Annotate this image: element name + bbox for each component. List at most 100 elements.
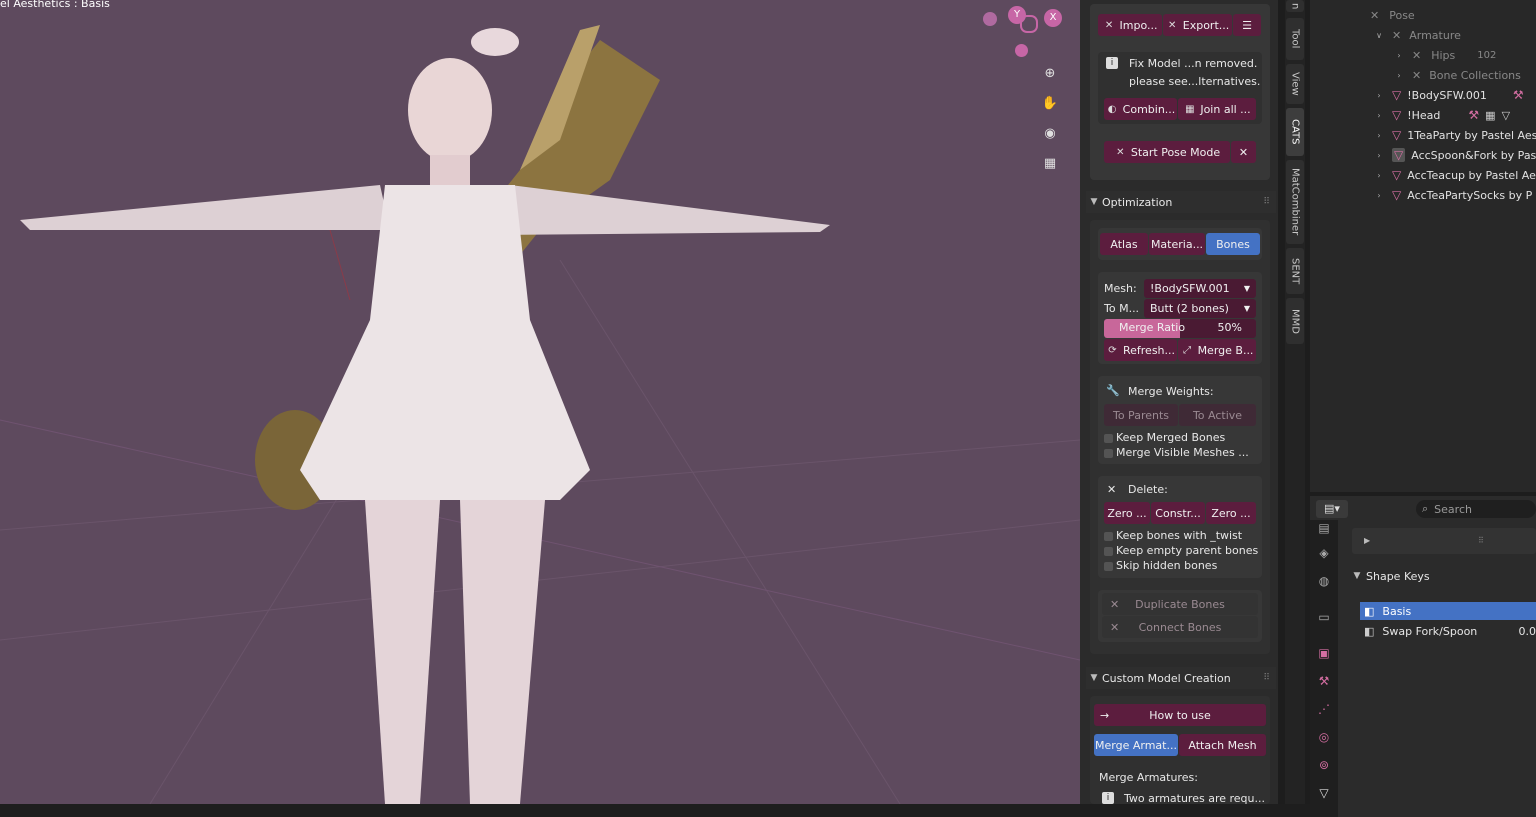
start-pose-mode-button[interactable]: ✕ Start Pose Mode bbox=[1104, 141, 1230, 163]
merge-ratio-slider[interactable]: Merge Ratio 50% bbox=[1104, 319, 1256, 338]
attach-mesh-tab[interactable]: Attach Mesh bbox=[1179, 734, 1266, 756]
combine-button[interactable]: ◐ Combin... bbox=[1104, 98, 1177, 120]
to-merge-select[interactable]: Butt (2 bones) ▼ bbox=[1144, 299, 1256, 318]
gizmo-neg-x[interactable] bbox=[983, 12, 997, 26]
editor-type-button[interactable]: ▤▾ bbox=[1316, 500, 1348, 518]
shape-key-row[interactable]: ◧ Swap Fork/Spoon 0.0 bbox=[1360, 622, 1536, 640]
outliner-row-teaparty[interactable]: › ▽ 1TeaParty by Pastel Aes bbox=[1310, 125, 1536, 145]
skip-hidden-checkbox[interactable] bbox=[1104, 562, 1113, 571]
keep-empty-checkbox[interactable] bbox=[1104, 547, 1113, 556]
drag-grip-icon[interactable]: ⠿ bbox=[1263, 673, 1270, 683]
merge-visible-checkbox[interactable] bbox=[1104, 449, 1113, 458]
how-to-use-button[interactable]: → How to use bbox=[1094, 704, 1266, 726]
collection-icon[interactable]: ▭ bbox=[1316, 609, 1332, 625]
3d-viewport[interactable]: el Aesthetics : Basis Y X ⊕ ✋ ◉ ▦ bbox=[0, 0, 1080, 804]
constraints-icon[interactable]: ⊚ bbox=[1316, 757, 1332, 773]
hand-icon[interactable]: ✋ bbox=[1039, 92, 1061, 114]
scene-icon[interactable]: ◈ bbox=[1316, 545, 1332, 561]
render-icon[interactable]: ▤ bbox=[1316, 520, 1332, 536]
shape-keys-header[interactable]: ▼ Shape Keys bbox=[1348, 566, 1536, 586]
menu-button[interactable]: ☰ bbox=[1233, 14, 1261, 36]
connect-bones-button[interactable]: ✕ Connect Bones bbox=[1102, 616, 1258, 638]
tab-matcombiner[interactable]: MatCombiner bbox=[1286, 160, 1304, 244]
merge-bones-button[interactable]: ⤢ Merge B... bbox=[1178, 339, 1256, 361]
zoom-icon[interactable]: ⊕ bbox=[1039, 62, 1061, 84]
chevron-right-icon: › bbox=[1377, 130, 1381, 140]
tab-atlas[interactable]: Atlas bbox=[1100, 233, 1148, 255]
tab-bones[interactable]: Bones bbox=[1206, 233, 1260, 255]
data-icon[interactable]: ▽ bbox=[1316, 785, 1332, 801]
merge-armature-tab[interactable]: Merge Armat... bbox=[1094, 734, 1178, 756]
mesh-icon: ▽ bbox=[1392, 108, 1402, 122]
duplicate-icon: ✕ bbox=[1110, 597, 1120, 611]
world-icon[interactable]: ◍ bbox=[1316, 573, 1332, 589]
to-parents-button[interactable]: To Parents bbox=[1104, 404, 1178, 426]
tab-mmd[interactable]: MMD bbox=[1286, 298, 1304, 344]
shape-key-value[interactable]: 0.0 bbox=[1519, 625, 1536, 638]
outliner-row-head[interactable]: › ▽ !Head ⚒ ▦ ▽ bbox=[1310, 105, 1536, 125]
chevron-right-icon: › bbox=[1377, 110, 1381, 120]
connect-icon: ✕ bbox=[1110, 620, 1120, 634]
join-all-button[interactable]: ▦ Join all ... bbox=[1178, 98, 1256, 120]
mesh-icon: ▽ bbox=[1392, 168, 1402, 182]
grid-icon[interactable]: ▦ bbox=[1039, 152, 1061, 174]
tab-view[interactable]: View bbox=[1286, 64, 1304, 104]
outliner-row-accteacup[interactable]: › ▽ AccTeacup by Pastel Ae bbox=[1310, 165, 1536, 185]
chevron-right-icon: › bbox=[1397, 50, 1401, 60]
pose-extra-button[interactable]: ✕ bbox=[1231, 141, 1256, 163]
outliner-row-socks[interactable]: › ▽ AccTeaPartySocks by P bbox=[1310, 185, 1536, 205]
modifier-icon[interactable]: ⚒ bbox=[1316, 673, 1332, 689]
chevron-down-icon: ▼ bbox=[1090, 673, 1098, 683]
tab-materials[interactable]: Materia... bbox=[1149, 233, 1205, 255]
particles-icon[interactable]: ⋰ bbox=[1316, 701, 1332, 717]
fix-model-text-2: please see...lternatives. bbox=[1129, 75, 1261, 88]
tab-cats[interactable]: CATS bbox=[1286, 108, 1304, 156]
mesh-label: Mesh: bbox=[1104, 282, 1137, 295]
hips-count: 102 bbox=[1477, 49, 1497, 61]
export-button[interactable]: ✕ Export... bbox=[1163, 14, 1232, 36]
object-icon[interactable]: ▣ bbox=[1316, 645, 1332, 661]
merge-icon: ⤢ bbox=[1183, 344, 1192, 356]
tab-sent[interactable]: SENT bbox=[1286, 248, 1304, 294]
delete-zero-button[interactable]: Zero ... bbox=[1206, 502, 1256, 524]
outliner-row-hips[interactable]: › ✕ Hips 102 bbox=[1310, 45, 1536, 65]
custom-model-header[interactable]: ▼ Custom Model Creation ⠿ bbox=[1086, 667, 1276, 689]
delete-zero-weight-button[interactable]: Zero ... bbox=[1104, 502, 1150, 524]
outliner-row-accspoon[interactable]: › ▽ AccSpoon&Fork by Pas bbox=[1310, 145, 1536, 165]
keep-merged-checkbox[interactable] bbox=[1104, 434, 1113, 443]
pose-tool-icon: ✕ bbox=[1238, 145, 1249, 159]
export-icon: ✕ bbox=[1168, 19, 1177, 31]
optimization-header[interactable]: ▼ Optimization ⠿ bbox=[1086, 191, 1276, 213]
keep-merged-label: Keep Merged Bones bbox=[1116, 431, 1226, 444]
outliner-row-bodysfw[interactable]: › ▽ !BodySFW.001 ⚒ bbox=[1310, 85, 1536, 105]
chevron-right-icon: › bbox=[1377, 190, 1381, 200]
drag-grip-icon[interactable]: ⠿ bbox=[1478, 536, 1484, 545]
to-active-button[interactable]: To Active bbox=[1179, 404, 1256, 426]
drag-grip-icon[interactable]: ⠿ bbox=[1263, 197, 1270, 207]
shape-key-row[interactable]: ◧ Basis bbox=[1360, 602, 1536, 620]
collapsed-panel[interactable] bbox=[1352, 528, 1536, 554]
search-input[interactable]: ⌕ Search bbox=[1416, 500, 1536, 518]
outliner-row-bone-collections[interactable]: › ✕ Bone Collections bbox=[1310, 65, 1536, 85]
duplicate-bones-button[interactable]: ✕ Duplicate Bones bbox=[1102, 593, 1258, 615]
tab-tool[interactable]: Tool bbox=[1286, 18, 1304, 60]
shape-key-icon: ◧ bbox=[1364, 624, 1375, 638]
delete-constraints-button[interactable]: Constr... bbox=[1151, 502, 1205, 524]
gizmo-center[interactable] bbox=[1020, 15, 1038, 33]
outliner-row-armature[interactable]: ∨ ✕ Armature bbox=[1310, 25, 1536, 45]
physics-icon[interactable]: ◎ bbox=[1316, 729, 1332, 745]
wrench-icon: 🔧 bbox=[1106, 384, 1120, 397]
character-model[interactable] bbox=[0, 0, 1080, 804]
outliner-row-pose[interactable]: ✕ Pose bbox=[1310, 5, 1536, 25]
gizmo-x[interactable]: X bbox=[1044, 9, 1062, 27]
chevron-right-icon: › bbox=[1377, 170, 1381, 180]
camera-icon[interactable]: ◉ bbox=[1039, 122, 1061, 144]
tab-item[interactable]: n bbox=[1286, 0, 1304, 12]
refresh-button[interactable]: ⟳ Refresh... bbox=[1104, 339, 1177, 361]
mesh-select[interactable]: !BodySFW.001 ▼ bbox=[1144, 279, 1256, 298]
import-button[interactable]: ✕ Impo... bbox=[1098, 14, 1162, 36]
keep-twist-checkbox[interactable] bbox=[1104, 532, 1113, 541]
gizmo-neg-y[interactable] bbox=[1015, 44, 1028, 57]
join-icon: ▦ bbox=[1185, 103, 1195, 115]
search-icon: ⌕ bbox=[1422, 502, 1429, 515]
